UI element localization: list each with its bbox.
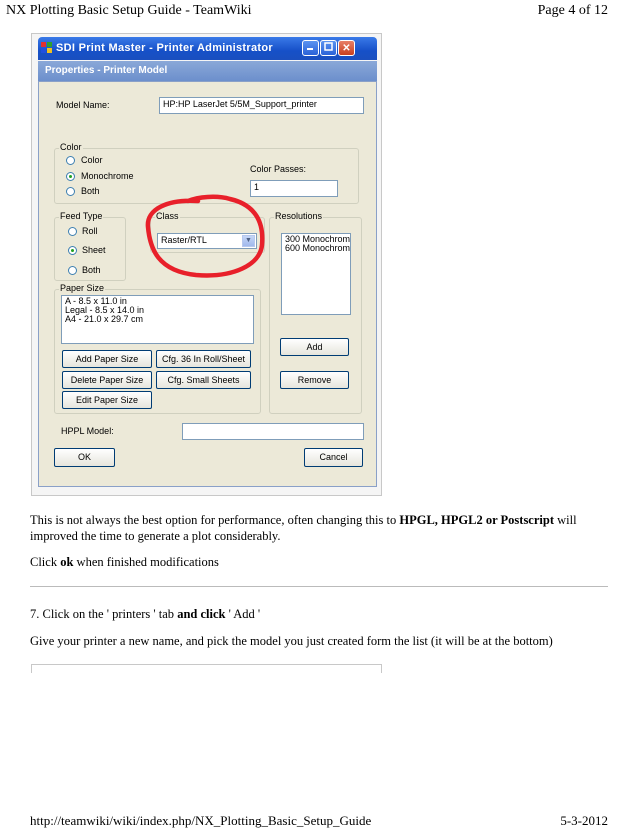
color-radio-color[interactable] [66, 156, 75, 165]
class-highlight-circle [145, 194, 265, 278]
divider [30, 586, 608, 587]
paper-size-legend: Paper Size [59, 283, 106, 293]
cfg-roll-sheet-button[interactable]: Cfg. 36 In Roll/Sheet [156, 350, 251, 368]
delete-paper-size-button[interactable]: Delete Paper Size [62, 371, 152, 389]
page-number: Page 4 of 12 [537, 3, 608, 18]
format-names: HPGL, HPGL2 or Postscript [399, 513, 554, 527]
page-date: 5-3-2012 [560, 813, 608, 828]
paragraph-new-name: Give your printer a new name, and pick t… [30, 634, 553, 648]
paper-size-list[interactable]: A - 8.5 x 11.0 in Legal - 8.5 x 14.0 in … [61, 295, 254, 344]
window-titlebar: SDI Print Master - Printer Administrator… [38, 37, 377, 60]
hppl-model-input[interactable] [182, 423, 364, 440]
ok-button[interactable]: OK [54, 448, 115, 467]
paragraph-performance: This is not always the best option for p… [30, 512, 608, 544]
step-text: ' Add ' [225, 607, 261, 621]
step-7: 7. Click on the ' printers ' tab and cli… [30, 606, 260, 622]
step-text: 7. Click on the ' printers ' tab [30, 607, 178, 621]
color-passes-label: Color Passes: [250, 164, 307, 174]
list-item[interactable]: 600 Monochrome [285, 244, 350, 253]
feed-type-legend: Feed Type [59, 211, 104, 221]
minimize-icon [307, 48, 313, 50]
feed-radio-roll[interactable] [68, 227, 77, 236]
ok-keyword: ok [60, 555, 74, 569]
document-title: NX Plotting Basic Setup Guide - TeamWiki [6, 3, 252, 18]
add-paper-size-button[interactable]: Add Paper Size [62, 350, 152, 368]
cancel-button[interactable]: Cancel [304, 448, 363, 467]
window-title: SDI Print Master - Printer Administrator [56, 42, 273, 54]
feed-option-roll: Roll [82, 226, 98, 236]
color-radio-both[interactable] [66, 187, 75, 196]
dialog-title: Properties - Printer Model [45, 65, 168, 76]
edit-paper-size-button[interactable]: Edit Paper Size [62, 391, 152, 409]
printer-model-dialog: SDI Print Master - Printer Administrator… [38, 37, 377, 487]
close-button[interactable]: ✕ [338, 40, 355, 56]
step-bold-text: and click [177, 607, 226, 621]
page-url: http://teamwiki/wiki/index.php/NX_Plotti… [30, 813, 372, 828]
remove-resolution-button[interactable]: Remove [280, 371, 349, 389]
feed-radio-both[interactable] [68, 266, 77, 275]
next-screenshot-frame [31, 664, 382, 673]
resolutions-legend: Resolutions [274, 211, 324, 221]
feed-radio-sheet[interactable] [68, 246, 77, 255]
minimize-button[interactable] [302, 40, 319, 56]
color-option-both: Both [81, 186, 100, 196]
color-radio-monochrome[interactable] [66, 172, 75, 181]
close-icon: ✕ [342, 43, 351, 54]
color-legend: Color [59, 142, 83, 152]
dialog-titlebar: Properties - Printer Model [38, 61, 377, 81]
color-option-monochrome: Monochrome [81, 171, 134, 181]
hppl-model-label: HPPL Model: [61, 426, 114, 436]
color-option-color: Color [81, 155, 103, 165]
resolutions-list[interactable]: 300 Monochrome 600 Monochrome [281, 233, 351, 315]
feed-option-sheet: Sheet [82, 245, 106, 255]
paragraph-text: Click [30, 555, 61, 569]
add-resolution-button[interactable]: Add [280, 338, 349, 356]
model-name-label: Model Name: [56, 100, 110, 110]
app-icon [41, 42, 52, 53]
paragraph-click-ok: Click ok when finished modifications [30, 554, 219, 570]
model-name-input[interactable]: HP:HP LaserJet 5/5M_Support_printer [159, 97, 364, 114]
paragraph-text: This is not always the best option for p… [30, 513, 400, 527]
feed-option-both: Both [82, 265, 101, 275]
list-item[interactable]: A4 - 21.0 x 29.7 cm [65, 315, 250, 324]
cfg-small-sheets-button[interactable]: Cfg. Small Sheets [156, 371, 251, 389]
maximize-button[interactable] [320, 40, 337, 56]
paragraph-text: when finished modifications [73, 555, 219, 569]
maximize-icon [324, 42, 333, 51]
